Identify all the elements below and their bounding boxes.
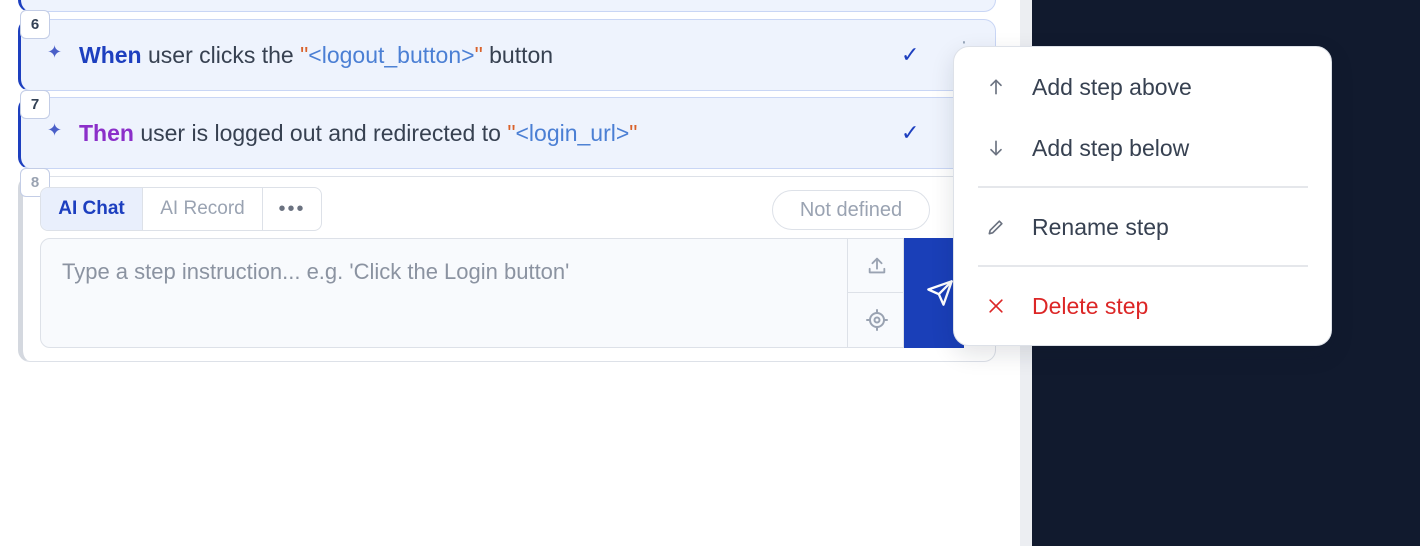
menu-divider (978, 265, 1308, 267)
menu-item-add-step-below[interactable]: Add step below (954, 120, 1331, 176)
menu-item-label: Add step above (1032, 73, 1192, 100)
arrow-up-icon (954, 77, 1032, 97)
menu-item-delete-step[interactable]: Delete step (954, 278, 1331, 334)
tab-ai-chat[interactable]: AI Chat (41, 188, 143, 230)
step-text-segment: user is logged out and redirected to (133, 120, 508, 146)
step-number: 7 (20, 90, 50, 119)
send-icon (927, 280, 953, 306)
step-text-segment: user clicks the (141, 42, 301, 68)
step-text: When user clicks the "<logout_button>" b… (79, 42, 553, 69)
menu-item-rename-step[interactable]: Rename step (954, 199, 1331, 255)
step-instruction-input[interactable] (40, 238, 904, 348)
target-icon (865, 309, 888, 331)
step-parameter[interactable]: <logout_button> (308, 42, 474, 68)
pencil-icon (954, 217, 1032, 237)
checkmark-icon: ✓ (901, 42, 920, 67)
step-keyword: When (79, 42, 142, 68)
upload-button[interactable] (848, 239, 905, 293)
input-mode-tabs: AI Chat AI Record ••• (40, 187, 322, 231)
menu-item-label: Add step below (1032, 134, 1190, 161)
quote-mark: " (474, 42, 483, 68)
tab-ai-record[interactable]: AI Record (143, 188, 263, 230)
steps-panel: ✦ When user clicks the "<logout_button>"… (0, 0, 1020, 546)
step-context-menu: Add step above Add step below Rename ste… (953, 46, 1332, 346)
close-icon (954, 296, 1032, 316)
step-card[interactable]: ✦ Then user is logged out and redirected… (18, 97, 996, 169)
step-parameter[interactable]: <login_url> (515, 120, 629, 146)
step-keyword: Then (79, 120, 134, 146)
sparkle-icon: ✦ (47, 42, 63, 62)
sparkle-icon: ✦ (47, 120, 63, 140)
pick-element-button[interactable] (848, 293, 905, 347)
step-number: 6 (20, 10, 50, 39)
menu-item-label: Rename step (1032, 213, 1169, 240)
menu-divider (978, 186, 1308, 188)
step-text: Then user is logged out and redirected t… (79, 120, 637, 147)
upload-icon (868, 257, 885, 273)
menu-item-label: Delete step (1032, 292, 1149, 319)
more-tabs-button[interactable]: ••• (263, 188, 321, 230)
arrow-down-icon (954, 138, 1032, 158)
step-card-previous[interactable] (18, 0, 996, 12)
quote-mark: " (629, 120, 638, 146)
input-tools (847, 239, 905, 347)
menu-item-add-step-above[interactable]: Add step above (954, 59, 1331, 115)
checkmark-icon: ✓ (901, 120, 920, 145)
input-placeholder: Type a step instruction... e.g. 'Click t… (62, 259, 570, 284)
step-text-segment: button (482, 42, 554, 68)
status-badge: Not defined (772, 190, 930, 230)
step-card[interactable]: ✦ When user clicks the "<logout_button>"… (18, 19, 996, 91)
